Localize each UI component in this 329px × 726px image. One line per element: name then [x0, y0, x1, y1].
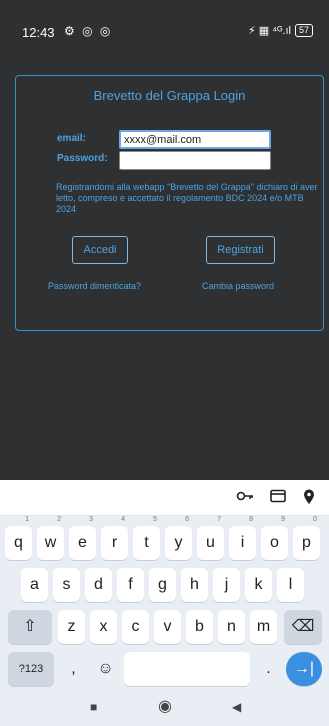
key-u[interactable]: u7: [197, 516, 224, 560]
key-label: g: [158, 576, 167, 593]
navigation-bar: ■ ◉ ◀: [0, 692, 329, 726]
key-label: s: [62, 576, 71, 593]
key-x[interactable]: x: [90, 610, 117, 644]
soft-keyboard: q1w2e3r4t5y6u7i8o9p0 asdfghjkl ⇧ z x c v b n m ⌫…: [0, 480, 329, 726]
key-hint: 1: [25, 516, 29, 523]
key-icon[interactable]: [236, 489, 254, 506]
shift-key[interactable]: ⇧: [8, 610, 52, 644]
key-j[interactable]: j: [213, 568, 240, 602]
app-screen: Brevetto del Grappa Login email: Passwor…: [0, 48, 329, 480]
key-z[interactable]: z: [58, 610, 85, 644]
key-hint: 6: [185, 516, 189, 523]
key-hint: 8: [249, 516, 253, 523]
key-label: i: [240, 534, 245, 551]
key-m[interactable]: m: [250, 610, 277, 644]
key-hint: 5: [153, 516, 157, 523]
key-h[interactable]: h: [181, 568, 208, 602]
key-v[interactable]: v: [154, 610, 181, 644]
key-label: n: [227, 618, 236, 635]
card-icon[interactable]: [270, 489, 286, 506]
login-card: Brevetto del Grappa Login email: Passwor…: [15, 75, 324, 331]
period-key[interactable]: .: [255, 652, 282, 686]
recents-button[interactable]: ■: [90, 700, 97, 714]
space-bar[interactable]: [124, 652, 250, 686]
key-b[interactable]: b: [186, 610, 213, 644]
password-label: Password:: [57, 153, 108, 164]
key-t[interactable]: t5: [133, 516, 160, 560]
key-label: k: [254, 576, 263, 593]
key-f[interactable]: f: [117, 568, 144, 602]
key-label: r: [111, 534, 118, 551]
key-o[interactable]: o9: [261, 516, 288, 560]
key-label: w: [44, 534, 57, 551]
key-c[interactable]: c: [122, 610, 149, 644]
key-label: e: [78, 534, 87, 551]
key-label: x: [99, 618, 108, 635]
key-label: f: [128, 576, 133, 593]
key-n[interactable]: n: [218, 610, 245, 644]
key-label: z: [67, 618, 76, 635]
key-a[interactable]: a: [21, 568, 48, 602]
key-e[interactable]: e3: [69, 516, 96, 560]
key-hint: 7: [217, 516, 221, 523]
terms-notice: Registrandomi alla webapp "Brevetto del …: [56, 182, 318, 214]
key-label: ⇧: [23, 618, 37, 635]
key-label: l: [288, 576, 293, 593]
key-l[interactable]: l: [277, 568, 304, 602]
key-hint: 2: [57, 516, 61, 523]
key-label: c: [131, 618, 140, 635]
key-label: y: [174, 534, 183, 551]
key-k[interactable]: k: [245, 568, 272, 602]
key-label: u: [206, 534, 215, 551]
comma-key[interactable]: ,: [60, 652, 87, 686]
battery-icon: 57: [294, 24, 313, 37]
email-input[interactable]: [119, 130, 271, 149]
key-y[interactable]: y6: [165, 516, 192, 560]
login-button[interactable]: Accedi: [72, 236, 128, 264]
key-label: d: [94, 576, 103, 593]
symbols-key[interactable]: ?123: [8, 652, 54, 686]
key-label: v: [163, 618, 172, 635]
status-time: 12:43: [22, 25, 55, 40]
status-right-icons: ⚡ ▦ ⁴ᴳ.ıl 57: [248, 24, 313, 37]
key-label: ⌫: [291, 618, 315, 635]
emoji-key[interactable]: ☺: [92, 652, 119, 686]
key-label: p: [302, 534, 311, 551]
key-w[interactable]: w2: [37, 516, 64, 560]
backspace-key[interactable]: ⌫: [284, 610, 322, 644]
home-button[interactable]: ◉: [158, 696, 172, 716]
keyboard-toolbar: [0, 480, 329, 516]
key-hint: 0: [313, 516, 317, 523]
location-icon[interactable]: [303, 489, 315, 508]
enter-key[interactable]: →|: [286, 652, 322, 686]
login-title: Brevetto del Grappa Login: [93, 88, 246, 103]
key-label: j: [224, 576, 229, 593]
key-label: o: [270, 534, 279, 551]
back-button[interactable]: ◀: [232, 700, 241, 714]
status-notification-icons: ⚙ ◎ ◎: [64, 24, 113, 38]
key-g[interactable]: g: [149, 568, 176, 602]
key-hint: 3: [89, 516, 93, 523]
key-p[interactable]: p0: [293, 516, 320, 560]
change-password-link[interactable]: Cambia password: [202, 281, 274, 291]
key-label: m: [256, 618, 271, 635]
key-label: t: [144, 534, 149, 551]
forgot-password-link[interactable]: Password dimenticata?: [48, 281, 141, 291]
key-label: a: [30, 576, 39, 593]
key-i[interactable]: i8: [229, 516, 256, 560]
key-d[interactable]: d: [85, 568, 112, 602]
key-hint: 9: [281, 516, 285, 523]
register-button[interactable]: Registrati: [206, 236, 275, 264]
status-bar: 12:43 ⚙ ◎ ◎ ⚡ ▦ ⁴ᴳ.ıl 57: [0, 0, 329, 48]
key-hint: 4: [121, 516, 125, 523]
key-q[interactable]: q1: [5, 516, 32, 560]
key-label: b: [195, 618, 204, 635]
password-input[interactable]: [119, 151, 271, 170]
key-label: q: [14, 534, 23, 551]
key-r[interactable]: r4: [101, 516, 128, 560]
email-label: email:: [57, 133, 86, 144]
key-s[interactable]: s: [53, 568, 80, 602]
key-label: h: [190, 576, 199, 593]
signal-icon: ⚡ ▦ ⁴ᴳ.ıl: [248, 25, 291, 37]
